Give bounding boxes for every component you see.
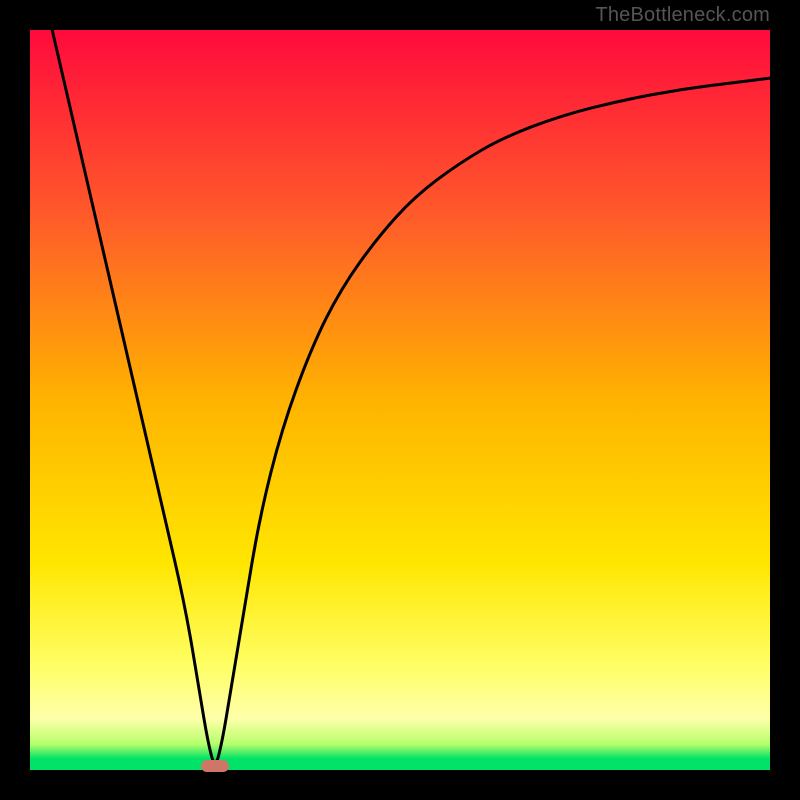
watermark-text: TheBottleneck.com <box>595 4 770 27</box>
plot-area <box>30 30 770 770</box>
chart-svg <box>30 30 770 770</box>
chart-frame: TheBottleneck.com <box>0 0 800 800</box>
optimum-marker <box>201 760 229 772</box>
gradient-background <box>30 30 770 770</box>
